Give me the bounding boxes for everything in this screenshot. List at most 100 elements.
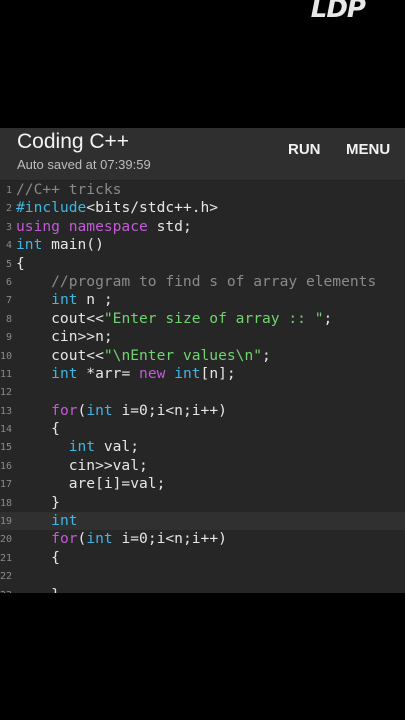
- code-token: are[i]=val;: [16, 475, 166, 493]
- line-number: 7: [5, 295, 12, 307]
- code-editor-app: Coding C++ Auto saved at 07:39:59 RUN ME…: [0, 128, 405, 593]
- code-token: int: [86, 530, 113, 548]
- code-line[interactable]: 7 int n ;: [0, 291, 405, 309]
- code-editor[interactable]: 1 //C++ tricks 2 #include<bits/stdc++.h> 3 us…: [0, 181, 405, 593]
- code-token: #include: [16, 199, 87, 217]
- code-token: (: [77, 530, 87, 548]
- code-token: {: [16, 548, 60, 566]
- code-token: cin>>n;: [16, 328, 113, 346]
- code-text: are[i]=val;: [16, 475, 166, 493]
- line-number: 4: [5, 240, 12, 252]
- menu-button[interactable]: MENU: [346, 141, 390, 158]
- code-line[interactable]: 9 cin>>n;: [0, 328, 405, 346]
- code-line[interactable]: 12: [0, 383, 405, 401]
- line-number: 8: [5, 313, 12, 325]
- code-token: n ;: [77, 291, 113, 309]
- run-button[interactable]: RUN: [288, 141, 321, 158]
- code-text: cout<<"Enter size of array :: ";: [16, 310, 332, 328]
- code-line[interactable]: 10 cout<<"\nEnter values\n";: [0, 347, 405, 365]
- code-token: int: [68, 438, 96, 456]
- line-number: 16: [0, 460, 13, 472]
- line-number: 2: [5, 203, 12, 215]
- code-token: ;: [323, 309, 333, 327]
- code-line[interactable]: 16 cin>>val;: [0, 457, 405, 475]
- code-line[interactable]: 13 for(int i=0;i<n;i++): [0, 402, 405, 420]
- code-text: //C++ tricks: [16, 181, 121, 199]
- code-token: }: [16, 493, 60, 511]
- code-line[interactable]: 5{: [0, 255, 405, 273]
- code-text: int main(): [16, 236, 104, 254]
- code-token: (: [77, 401, 87, 419]
- code-line[interactable]: 20 for(int i=0;i<n;i++): [0, 530, 405, 548]
- code-text: #include<bits/stdc++.h>: [16, 199, 218, 217]
- line-number: 23: [0, 587, 12, 593]
- code-line[interactable]: 22: [0, 567, 405, 585]
- line-number: 22: [0, 571, 13, 583]
- code-token: int: [51, 291, 78, 309]
- code-token: i=0;i<n;i++): [112, 401, 227, 419]
- code-token: std;: [147, 217, 192, 235]
- code-text: for(int i=0;i<n;i++): [16, 402, 227, 420]
- code-line[interactable]: 23 }: [0, 586, 405, 593]
- code-token: for: [51, 401, 78, 419]
- code-token: }: [16, 586, 60, 593]
- line-number: 6: [5, 276, 12, 288]
- code-line[interactable]: 3 using namespace std;: [0, 218, 405, 236]
- code-token: new: [139, 364, 166, 382]
- code-line[interactable]: 11 int *arr= new int[n];: [0, 365, 405, 383]
- code-token: int: [51, 364, 78, 382]
- line-number: 9: [5, 332, 12, 344]
- code-text: //program to find s of array elements: [16, 273, 376, 291]
- channel-logo: LDP: [310, 0, 366, 24]
- line-number: 14: [0, 424, 13, 436]
- line-number: 3: [5, 221, 12, 233]
- line-number: 15: [0, 442, 13, 454]
- code-token: *arr=: [77, 364, 140, 382]
- code-text: int n ;: [16, 291, 113, 309]
- code-text: }: [16, 586, 60, 593]
- code-token: "Enter size of array :: ": [103, 309, 324, 327]
- code-line[interactable]: 14 {: [0, 420, 405, 438]
- code-text: cin>>n;: [16, 328, 113, 346]
- code-line[interactable]: 4 int main(): [0, 236, 405, 254]
- code-text: using namespace std;: [16, 218, 192, 236]
- code-line[interactable]: 18 }: [0, 494, 405, 512]
- code-line[interactable]: 19 int: [0, 512, 405, 531]
- line-number: 21: [0, 552, 13, 564]
- code-token: using namespace: [16, 217, 148, 235]
- code-line[interactable]: 17 are[i]=val;: [0, 475, 405, 493]
- autosave-status: Auto saved at 07:39:59: [17, 157, 151, 172]
- line-number: 19: [0, 516, 13, 528]
- code-text: int val;: [16, 438, 139, 456]
- code-text: for(int i=0;i<n;i++): [16, 530, 227, 548]
- code-token: int: [51, 512, 78, 530]
- code-token: <bits/stdc++.h>: [86, 199, 219, 217]
- code-token: ;: [262, 346, 271, 364]
- line-number: 20: [0, 534, 13, 546]
- code-token: int: [16, 236, 43, 254]
- code-line[interactable]: 21 {: [0, 549, 405, 567]
- line-number: 12: [0, 387, 13, 399]
- code-token: i=0;i<n;i++): [112, 530, 227, 548]
- code-text: {: [16, 549, 60, 567]
- code-token: //C++ tricks: [16, 181, 122, 198]
- code-line[interactable]: 2 #include<bits/stdc++.h>: [0, 199, 405, 217]
- code-token: cout<<: [16, 346, 104, 364]
- code-line[interactable]: 8 cout<<"Enter size of array :: ";: [0, 310, 405, 328]
- code-text: {: [16, 420, 60, 438]
- code-line[interactable]: 15 int val;: [0, 438, 405, 456]
- code-line[interactable]: 6 //program to find s of array elements: [0, 273, 405, 291]
- code-line[interactable]: 1 //C++ tricks: [0, 181, 405, 199]
- code-token: cin>>val;: [16, 456, 148, 474]
- code-token: {: [16, 254, 25, 272]
- line-number: 1: [5, 185, 12, 196]
- line-number: 10: [0, 350, 13, 362]
- line-number: 11: [0, 368, 13, 380]
- code-token: val;: [95, 438, 140, 456]
